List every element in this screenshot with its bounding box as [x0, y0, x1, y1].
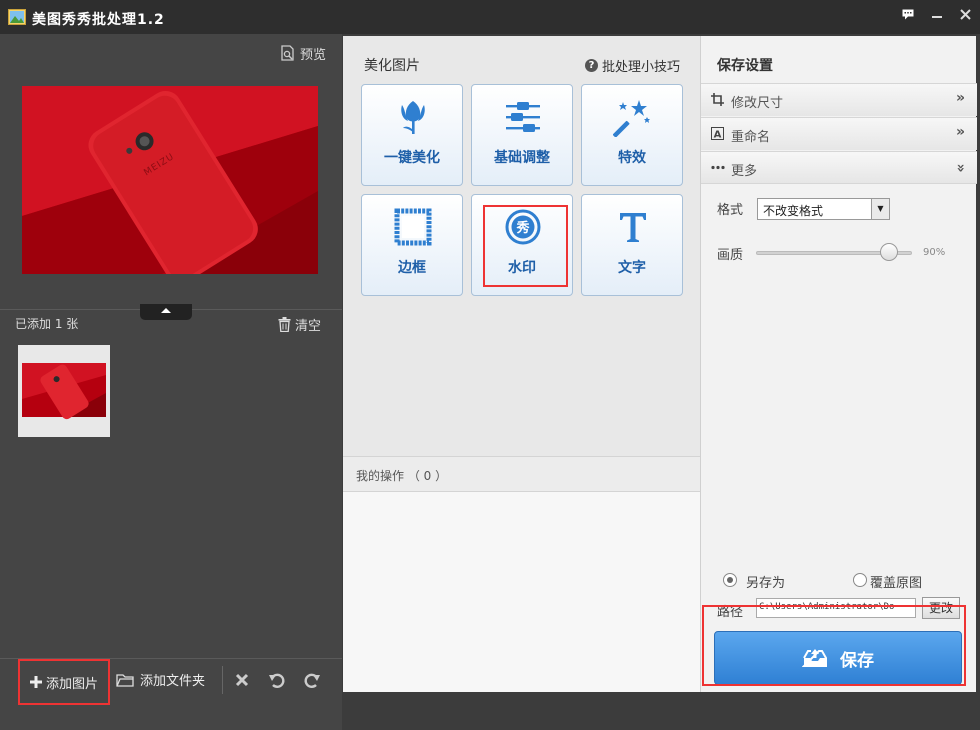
- save-as-radio[interactable]: [723, 573, 737, 587]
- folder-icon: [116, 673, 134, 687]
- panel-title: 保存设置: [717, 58, 773, 74]
- tool-label: 一键美化: [384, 150, 440, 166]
- clear-button[interactable]: 清空: [278, 315, 321, 334]
- preview-button[interactable]: 预览: [280, 44, 326, 63]
- preview-label: 预览: [300, 48, 327, 63]
- chevron-right-icon: »: [955, 90, 965, 106]
- accordion-label: 修改尺寸: [731, 96, 784, 111]
- accordion-rename[interactable]: A 重命名 »: [701, 117, 977, 150]
- operations-list: [343, 492, 700, 692]
- tool-one-click-beautify[interactable]: 一键美化: [361, 84, 463, 186]
- crop-icon: [711, 93, 724, 106]
- format-select[interactable]: 不改变格式 ▼: [757, 198, 890, 220]
- preview-icon: [281, 45, 294, 61]
- collapse-toggle[interactable]: [140, 304, 192, 320]
- tool-frame[interactable]: 边框: [361, 194, 463, 296]
- format-label: 格式: [717, 203, 744, 218]
- panel-title: 美化图片: [364, 58, 420, 74]
- operations-header: 我的操作 （ 0 ）: [343, 456, 700, 492]
- chevron-down-icon: »: [952, 163, 969, 173]
- dropdown-arrow-icon[interactable]: ▼: [871, 199, 889, 219]
- rotate-right-icon[interactable]: [302, 670, 322, 690]
- text-T-icon: [620, 213, 646, 242]
- beautify-panel: 美化图片 ? 批处理小技巧 一键美化 基础调整 特效 边框 秀 水印 文字 我的…: [343, 36, 700, 692]
- clear-label: 清空: [295, 319, 322, 334]
- chevron-right-icon: »: [955, 124, 965, 140]
- quality-label: 画质: [717, 248, 744, 263]
- rotate-left-icon[interactable]: [267, 670, 287, 690]
- tool-label: 特效: [618, 150, 646, 166]
- tool-label: 基础调整: [494, 150, 550, 166]
- svg-text:A: A: [714, 130, 722, 141]
- close-icon[interactable]: [954, 4, 976, 26]
- question-icon: ?: [585, 59, 598, 72]
- trash-icon: [278, 317, 291, 332]
- minimize-icon[interactable]: [926, 4, 948, 26]
- chat-icon[interactable]: [897, 4, 919, 26]
- added-count: 已添加 1 张: [15, 317, 79, 331]
- add-image-label: 添加图片: [45, 676, 98, 692]
- window-title: 美图秀秀批处理1.2: [32, 12, 165, 28]
- tool-basic-adjust[interactable]: 基础调整: [471, 84, 573, 186]
- accordion-resize[interactable]: 修改尺寸 »: [701, 83, 977, 116]
- tool-text[interactable]: 文字: [581, 194, 683, 296]
- format-value: 不改变格式: [763, 204, 824, 218]
- app-icon: [8, 9, 26, 25]
- plus-icon: [29, 676, 42, 688]
- operations-label: 我的操作 （ 0 ）: [356, 469, 448, 483]
- magic-wand-icon: [613, 100, 650, 137]
- tool-label: 边框: [398, 260, 426, 276]
- rename-icon: A: [711, 127, 724, 140]
- accordion-label: 更多: [731, 164, 758, 179]
- title-bar: 美图秀秀批处理1.2: [0, 0, 980, 34]
- radio-selected-dot: [727, 577, 733, 583]
- quality-value: 90%: [923, 247, 946, 258]
- overwrite-radio[interactable]: [853, 573, 867, 587]
- image-thumbnail[interactable]: [18, 345, 110, 437]
- tips-link[interactable]: ? 批处理小技巧: [585, 56, 680, 75]
- tips-label: 批处理小技巧: [602, 60, 681, 75]
- toolbar-separator: [222, 666, 223, 694]
- tool-label: 文字: [618, 260, 646, 276]
- more-icon: [711, 165, 725, 170]
- chevron-up-icon: [161, 308, 171, 313]
- save-as-label: 另存为: [746, 576, 786, 591]
- tulip-icon: [401, 101, 425, 134]
- quality-slider-handle[interactable]: [880, 243, 898, 261]
- add-folder-label: 添加文件夹: [140, 674, 206, 689]
- watermark-highlight-box: [483, 205, 568, 287]
- save-settings-panel: 保存设置 修改尺寸 » A 重命名 » 更多 » 格式 不改变格式 ▼ 画质 9…: [700, 36, 977, 692]
- accordion-more[interactable]: 更多 »: [701, 151, 977, 184]
- add-image-button[interactable]: 添加图片: [18, 659, 110, 705]
- accordion-label: 重命名: [731, 130, 771, 145]
- save-highlight-box: [702, 605, 966, 686]
- frame-icon: [394, 208, 432, 246]
- tool-effects[interactable]: 特效: [581, 84, 683, 186]
- add-folder-button[interactable]: 添加文件夹: [116, 670, 205, 689]
- delete-icon[interactable]: [232, 670, 252, 690]
- left-panel: 预览 MEIZU 已添加 1 张 清空 添加图片 添加文件夹: [0, 34, 342, 730]
- overwrite-label: 覆盖原图: [870, 576, 923, 591]
- preview-image: MEIZU: [22, 86, 318, 274]
- sliders-icon: [506, 102, 540, 132]
